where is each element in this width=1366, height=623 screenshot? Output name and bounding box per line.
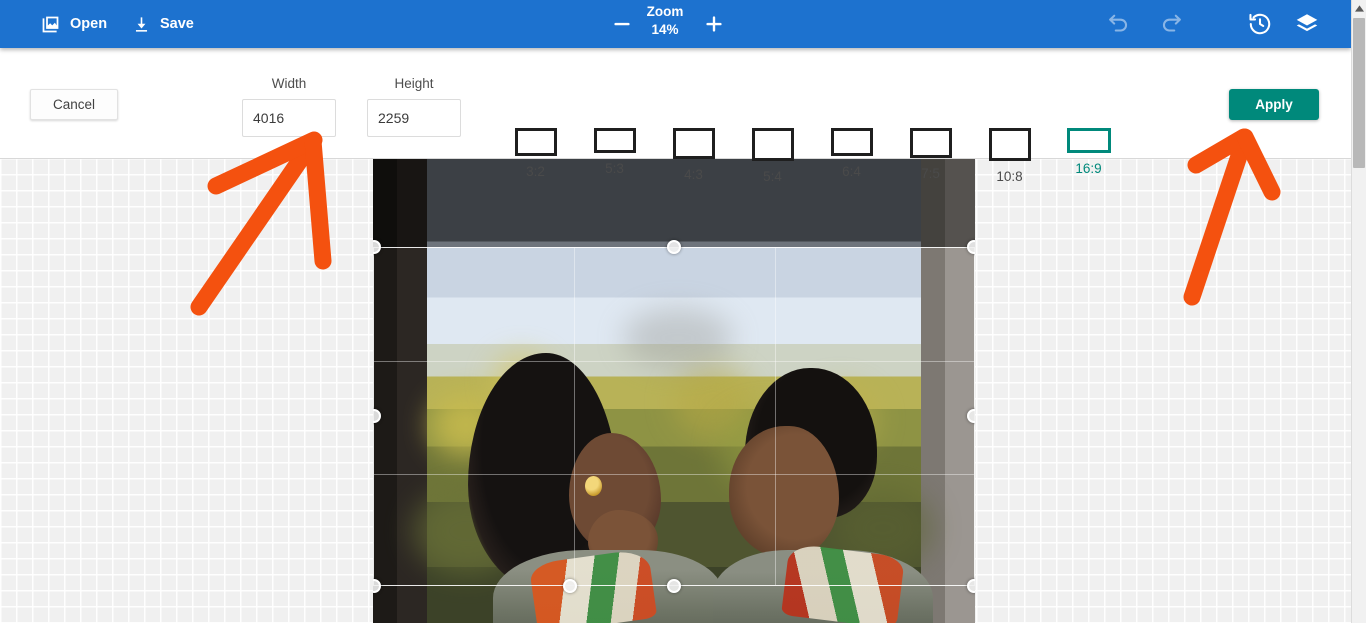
page-scrollbar[interactable] xyxy=(1351,0,1366,623)
resize-options-panel: Cancel Width Height 3:2 5:3 4:3 5:4 6:4 7:5 10… xyxy=(0,48,1351,184)
aspect-ratio-label: 10:8 xyxy=(996,169,1023,184)
crop-handle-top-right[interactable] xyxy=(967,240,975,254)
aspect-ratio-box xyxy=(514,128,557,156)
image-icon xyxy=(40,14,61,35)
undo-arrow-icon[interactable] xyxy=(1106,11,1132,37)
aspect-ratio-label: 5:3 xyxy=(605,161,624,176)
width-input[interactable] xyxy=(242,99,336,137)
crop-handle-middle-right[interactable] xyxy=(967,409,975,423)
aspect-ratio-4-3[interactable]: 4:3 xyxy=(654,128,733,184)
scrollbar-thumb[interactable] xyxy=(1353,18,1365,168)
redo-arrow-icon[interactable] xyxy=(1158,11,1184,37)
open-label: Open xyxy=(70,15,108,32)
cancel-button[interactable]: Cancel xyxy=(30,89,118,120)
aspect-ratio-presets: 3:2 5:3 4:3 5:4 6:4 7:5 10:8 16:9 xyxy=(496,128,1128,184)
aspect-ratio-label: 7:5 xyxy=(921,166,940,181)
figure-right-garment xyxy=(781,543,905,623)
figure-right-face xyxy=(729,426,839,558)
earring xyxy=(585,476,602,496)
photo-container[interactable] xyxy=(373,158,975,623)
editor-canvas[interactable] xyxy=(0,158,1351,623)
zoom-in-button[interactable] xyxy=(701,11,727,37)
download-icon xyxy=(132,15,151,34)
aspect-ratio-7-5[interactable]: 7:5 xyxy=(891,128,970,184)
layers-icon[interactable] xyxy=(1294,11,1320,37)
aspect-ratio-5-3[interactable]: 5:3 xyxy=(575,128,654,184)
aspect-ratio-box xyxy=(1066,128,1111,153)
aspect-ratio-16-9[interactable]: 16:9 xyxy=(1049,128,1128,184)
aspect-ratio-label: 6:4 xyxy=(842,164,861,179)
scroll-up-arrow-icon[interactable] xyxy=(1352,0,1366,17)
aspect-ratio-label: 3:2 xyxy=(526,164,545,179)
image-editor-app: Open Save Zoom 14% Cancel Width 4016 Hei… xyxy=(0,0,1351,623)
aspect-ratio-label: 4:3 xyxy=(684,167,703,182)
top-toolbar: Open Save Zoom 14% xyxy=(0,0,1351,48)
aspect-ratio-box xyxy=(988,128,1031,161)
height-field: Height xyxy=(367,76,461,137)
aspect-ratio-6-4[interactable]: 6:4 xyxy=(812,128,891,184)
aspect-ratio-box xyxy=(751,128,794,161)
photo-image xyxy=(373,158,975,623)
zoom-value: 14% xyxy=(651,21,679,37)
aspect-ratio-10-8[interactable]: 10:8 xyxy=(970,128,1049,184)
apply-button[interactable]: Apply xyxy=(1229,89,1319,120)
aspect-ratio-label: 5:4 xyxy=(763,169,782,184)
width-label: Width xyxy=(271,76,307,91)
height-input[interactable] xyxy=(367,99,461,137)
crop-handle-top-center[interactable] xyxy=(667,240,681,254)
open-button[interactable]: Open xyxy=(40,9,107,39)
aspect-ratio-box xyxy=(909,128,952,158)
history-clock-icon[interactable] xyxy=(1247,11,1273,37)
aspect-ratio-box xyxy=(593,128,636,153)
height-label: Height xyxy=(394,76,434,91)
width-field: Width xyxy=(242,76,336,137)
zoom-control: Zoom 14% xyxy=(600,0,730,48)
aspect-ratio-label: 16:9 xyxy=(1075,161,1102,176)
crop-handle-bottom-inner[interactable] xyxy=(563,579,577,593)
aspect-ratio-box xyxy=(830,128,873,156)
aspect-ratio-box xyxy=(672,128,715,159)
aspect-ratio-3-2[interactable]: 3:2 xyxy=(496,128,575,184)
aspect-ratio-5-4[interactable]: 5:4 xyxy=(733,128,812,184)
save-label: Save xyxy=(160,15,194,32)
zoom-readout: Zoom 14% xyxy=(627,3,703,39)
save-button[interactable]: Save xyxy=(132,9,194,39)
zoom-label: Zoom xyxy=(646,4,684,19)
crop-handle-bottom-right[interactable] xyxy=(967,579,975,593)
crop-handle-bottom-center[interactable] xyxy=(667,579,681,593)
